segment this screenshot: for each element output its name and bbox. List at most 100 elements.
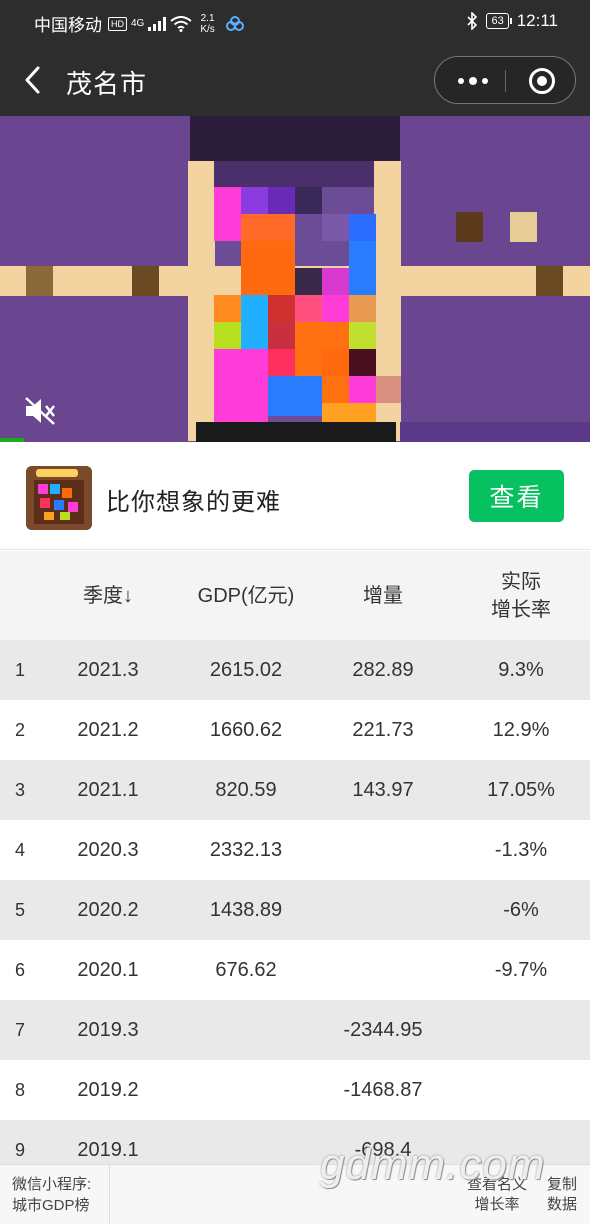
- more-dot-icon: [482, 78, 488, 84]
- row-index: 1: [14, 659, 25, 680]
- table-row[interactable]: 2 2021.2 1660.62 221.73 12.9%: [0, 700, 590, 760]
- status-left: 中国移动 HD 4G 2.1 K/s: [34, 11, 245, 36]
- status-bar: 中国移动 HD 4G 2.1 K/s 63 12:11: [0, 0, 590, 44]
- ad-video-frame: [0, 116, 590, 442]
- battery-icon: 63: [486, 13, 513, 29]
- cell-rate: -1.3%: [494, 838, 548, 861]
- more-dot-icon: [458, 78, 464, 84]
- table-row[interactable]: 7 2019.3 -2344.95: [0, 1000, 590, 1060]
- column-header-rate-line1: 实际: [501, 570, 541, 593]
- cell-rate: [452, 1000, 590, 1060]
- table-row[interactable]: 6 2020.1 676.62 -9.7%: [0, 940, 590, 1000]
- cell-gdp: 676.62: [215, 958, 277, 981]
- cell-quarter: 2020.2: [77, 898, 139, 921]
- cell-rate: 17.05%: [487, 778, 555, 801]
- cell-quarter: 2019.2: [77, 1078, 139, 1101]
- wifi-icon: [170, 15, 192, 32]
- cell-quarter: 2020.1: [77, 958, 139, 981]
- cell-increase: 143.97: [352, 778, 414, 801]
- speaker-muted-icon: [25, 397, 55, 425]
- hd-badge: HD: [108, 16, 127, 31]
- more-dot-icon: [469, 77, 477, 85]
- speed-unit: K/s: [200, 23, 215, 35]
- cell-quarter: 2020.3: [77, 838, 139, 861]
- copy-data-line2: 数据: [546, 1196, 577, 1213]
- signal-icon: [148, 16, 167, 31]
- column-header-quarter[interactable]: 季度↓: [50, 551, 166, 640]
- speed-value: 2.1: [200, 12, 215, 24]
- network-speed: 2.1 K/s: [200, 13, 214, 35]
- cell-quarter: 2019.1: [77, 1138, 139, 1161]
- cell-gdp: [178, 1000, 314, 1060]
- source-line2: 城市GDP榜: [12, 1197, 90, 1214]
- ad-app-icon: [26, 466, 92, 530]
- copy-data-button[interactable]: 复制 数据: [540, 1175, 584, 1215]
- mute-button[interactable]: [22, 394, 60, 428]
- cell-increase: -1468.87: [343, 1078, 423, 1101]
- cell-gdp: 2332.13: [209, 838, 283, 861]
- cell-gdp: 2615.02: [209, 658, 283, 681]
- cell-rate: -6%: [503, 898, 539, 921]
- cell-increase: -2344.95: [343, 1018, 423, 1041]
- status-right: 63 12:11: [466, 11, 558, 31]
- cell-increase: 221.73: [352, 718, 414, 741]
- cell-rate: 12.9%: [492, 718, 550, 741]
- back-button[interactable]: [18, 62, 50, 98]
- cell-gdp: 1438.89: [209, 898, 283, 921]
- row-index: 5: [14, 899, 25, 920]
- source-line1: 微信小程序:: [12, 1176, 92, 1193]
- cell-quarter: 2019.3: [77, 1018, 139, 1041]
- cell-increase: [314, 880, 452, 940]
- page-title: 茂名市: [66, 69, 148, 99]
- source-label: 微信小程序: 城市GDP榜: [0, 1165, 110, 1224]
- ad-video[interactable]: [0, 116, 590, 442]
- cloud-app-icon: [225, 15, 244, 31]
- ad-banner: 比你想象的更难 查看: [0, 442, 590, 550]
- close-miniprogram-button[interactable]: [529, 68, 555, 94]
- cell-increase: 282.89: [352, 658, 414, 681]
- row-index: 4: [14, 839, 25, 860]
- ad-app-icon-image: [26, 466, 92, 530]
- row-index: 2: [14, 719, 25, 740]
- more-button[interactable]: [453, 71, 493, 91]
- bluetooth-icon: [467, 12, 478, 30]
- row-index: 6: [14, 959, 25, 980]
- chevron-left-icon: [25, 66, 40, 94]
- cell-increase: [314, 820, 452, 880]
- site-watermark: gdmm.com: [320, 1140, 546, 1189]
- cell-rate: -9.7%: [494, 958, 548, 981]
- row-index: 7: [14, 1019, 25, 1040]
- cell-quarter: 2021.2: [77, 718, 139, 741]
- network-type: 4G: [131, 17, 145, 29]
- capsule-divider: [505, 70, 506, 92]
- table-row[interactable]: 5 2020.2 1438.89 -6%: [0, 880, 590, 940]
- view-ad-button[interactable]: 查看: [469, 470, 564, 522]
- row-index: 8: [14, 1079, 25, 1100]
- cell-increase: [314, 940, 452, 1000]
- cell-gdp: [178, 1060, 314, 1120]
- nav-bar: 茂名市: [0, 44, 590, 116]
- ad-headline: 比你想象的更难: [106, 489, 281, 516]
- table-row[interactable]: 4 2020.3 2332.13 -1.3%: [0, 820, 590, 880]
- cell-quarter: 2021.1: [77, 778, 139, 801]
- row-index: 3: [14, 779, 25, 800]
- cell-quarter: 2021.3: [77, 658, 139, 681]
- table-header: 季度↓ GDP(亿元) 增量 实际 增长率: [0, 551, 590, 640]
- clock: 12:11: [516, 11, 558, 30]
- row-index: 9: [14, 1139, 25, 1160]
- cell-gdp: [178, 1120, 314, 1164]
- column-header-rate[interactable]: 实际 增长率: [452, 551, 590, 640]
- view-nominal-growth-line2: 增长率: [474, 1196, 520, 1213]
- cell-rate: [452, 1060, 590, 1120]
- table-row[interactable]: 8 2019.2 -1468.87: [0, 1060, 590, 1120]
- cell-rate: 9.3%: [498, 658, 544, 681]
- cell-gdp: 1660.62: [209, 718, 283, 741]
- table-row[interactable]: 3 2021.1 820.59 143.97 17.05%: [0, 760, 590, 820]
- copy-data-line1: 复制: [546, 1176, 577, 1193]
- cell-gdp: 820.59: [215, 778, 277, 801]
- table-row[interactable]: 1 2021.3 2615.02 282.89 9.3%: [0, 640, 590, 700]
- miniprogram-capsule: [434, 56, 576, 104]
- carrier-label: 中国移动: [34, 16, 102, 35]
- column-header-increase[interactable]: 增量: [314, 551, 452, 640]
- column-header-gdp[interactable]: GDP(亿元): [178, 551, 314, 640]
